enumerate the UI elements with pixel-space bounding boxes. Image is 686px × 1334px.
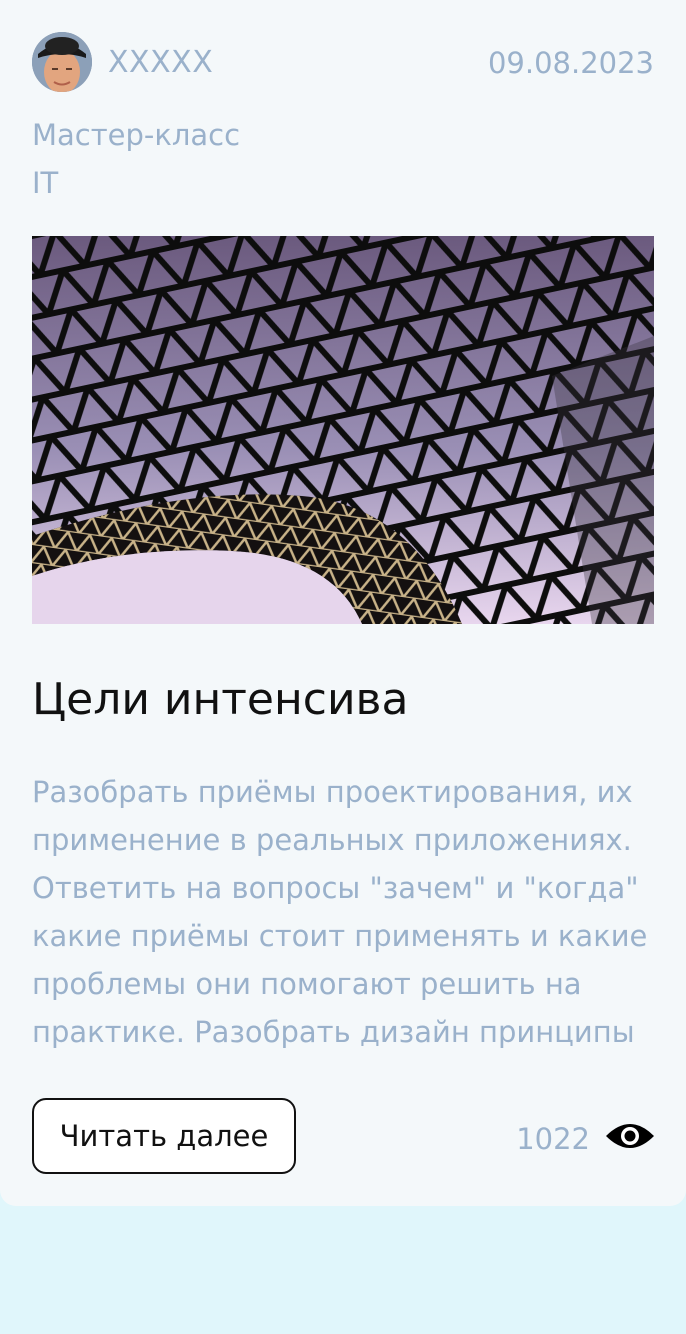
author-name[interactable]: XXXXX: [108, 46, 213, 80]
avatar[interactable]: [32, 32, 92, 92]
post-excerpt: Разобрать приёмы проектирования, их прим…: [32, 775, 648, 1049]
post-header: XXXXX 09.08.2023: [32, 32, 654, 92]
eye-icon: [604, 1118, 656, 1154]
views-count: 1022: [516, 1122, 590, 1156]
post-date: 09.08.2023: [487, 46, 654, 80]
cover-image: [32, 236, 654, 624]
post-title[interactable]: Цели интенсива: [32, 672, 408, 728]
post-type-tag[interactable]: Мастер-класс: [32, 118, 240, 152]
post-card[interactable]: XXXXX 09.08.2023 Мастер-класс IT Цели ин…: [0, 0, 686, 1206]
post-topic-tag[interactable]: IT: [32, 166, 58, 200]
read-more-button[interactable]: Читать далее: [32, 1098, 296, 1174]
